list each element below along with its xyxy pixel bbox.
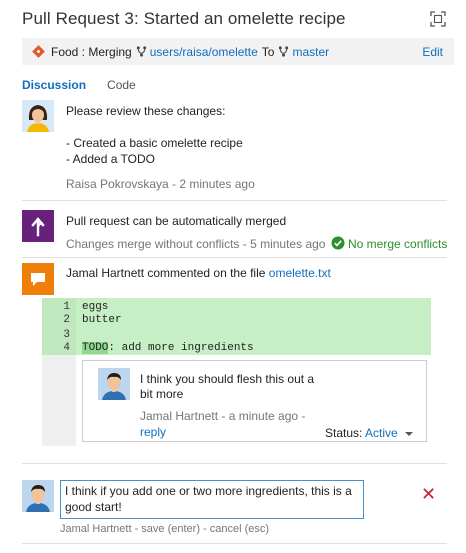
reply-input[interactable]: I think if you add one or two more ingre… <box>60 480 364 519</box>
avatar <box>22 480 54 512</box>
expand-icon[interactable] <box>430 11 446 27</box>
code-line: 4 TODO: add more ingredients <box>42 342 431 355</box>
merge-icon <box>22 210 54 242</box>
status-value[interactable]: Active <box>365 426 398 440</box>
tab-code[interactable]: Code <box>107 78 136 92</box>
divider <box>22 463 447 464</box>
comment-icon <box>22 263 54 295</box>
to-label: To <box>261 44 275 59</box>
code-line: 1 eggs <box>42 301 431 314</box>
check-circle-icon <box>331 236 345 250</box>
line-text: butter <box>82 314 122 326</box>
comment-text-line: Please review these changes: <box>66 104 226 118</box>
reply-input-line: I think if you add one or two more ingre… <box>65 484 352 498</box>
merge-status-meta: Changes merge without conflicts - 5 minu… <box>66 237 326 251</box>
branch-icon <box>136 46 146 57</box>
line-number: 3 <box>63 329 70 341</box>
line-number: 4 <box>63 342 70 354</box>
file-link[interactable]: omelette.txt <box>269 266 331 280</box>
no-conflicts-badge: No merge conflicts <box>348 237 448 251</box>
source-branch-link[interactable]: users/raisa/omelette <box>150 45 258 59</box>
reply-link[interactable]: reply <box>140 425 166 439</box>
tab-discussion[interactable]: Discussion <box>22 78 86 92</box>
line-number: 2 <box>63 314 70 326</box>
code-line: 2 butter <box>42 314 431 327</box>
code-line: 3 <box>42 329 431 342</box>
repo-git-icon <box>32 45 45 58</box>
reply-input-line: good start! <box>65 500 122 514</box>
thread-comment-line: I think you should flesh this out a <box>140 372 315 386</box>
divider <box>22 200 447 201</box>
merge-status-title: Pull request can be automatically merged <box>66 214 287 228</box>
line-text: eggs <box>82 301 109 313</box>
page-title: Pull Request 3: Started an omelette reci… <box>22 9 346 28</box>
divider <box>22 257 447 258</box>
branch-icon <box>279 46 289 57</box>
file-comment-header: Jamal Hartnett commented on the file ome… <box>66 265 331 281</box>
edit-button[interactable]: Edit <box>422 45 443 59</box>
thread-comment-line: bit more <box>140 387 184 401</box>
divider <box>22 543 447 544</box>
avatar <box>22 100 54 132</box>
reply-hint: Jamal Hartnett - save (enter) - cancel (… <box>60 523 270 535</box>
status-dropdown[interactable]: Status: Active <box>325 425 414 441</box>
comment-text-line: - Created a basic omelette recipe <box>66 136 243 150</box>
target-branch-link[interactable]: master <box>292 45 329 59</box>
comment-meta: Raisa Pokrovskaya - 2 minutes ago <box>66 177 255 191</box>
file-comment-prefix: Jamal Hartnett commented on the file <box>66 266 266 280</box>
line-text-rest: : add more ingredients <box>108 342 254 354</box>
status-label: Status: <box>325 426 363 440</box>
line-number: 1 <box>63 301 70 313</box>
line-text: TODO: add more ingredients <box>82 342 254 354</box>
tab-bar: Discussion Code <box>22 78 157 92</box>
chevron-down-icon[interactable] <box>405 431 414 436</box>
close-icon[interactable]: ✕ <box>421 484 436 505</box>
branch-bar: Food : Merging users/raisa/omelette To m… <box>22 38 454 65</box>
avatar <box>98 368 130 400</box>
comment-text-line: - Added a TODO <box>66 152 155 166</box>
merge-prefix: Food : Merging <box>51 44 132 59</box>
thread-meta: Jamal Hartnett - a minute ago - <box>140 409 306 423</box>
commented-text-highlight[interactable]: TODO <box>82 342 109 354</box>
